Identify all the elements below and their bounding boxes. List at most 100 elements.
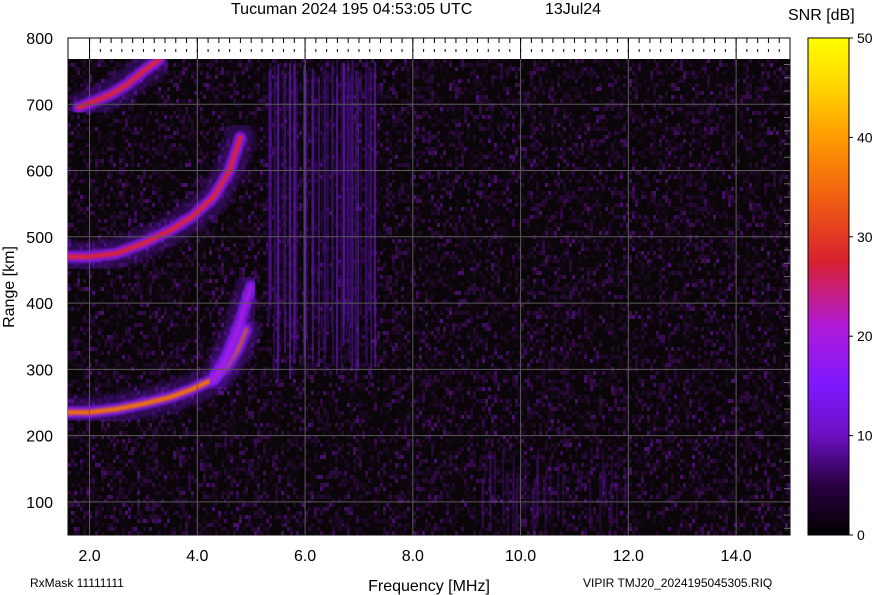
noise-cell — [308, 427, 311, 431]
noise-cell — [182, 491, 185, 495]
noise-cell — [206, 467, 209, 471]
noise-cell — [332, 443, 335, 447]
noise-cell — [209, 439, 212, 443]
noise-cell — [122, 275, 125, 279]
noise-cell — [110, 467, 113, 471]
noise-cell — [230, 271, 233, 275]
noise-cell — [263, 527, 266, 531]
noise-cell — [83, 375, 86, 379]
noise-cell — [104, 383, 107, 387]
noise-cell — [137, 187, 140, 191]
noise-cell — [170, 271, 173, 275]
noise-cell — [272, 459, 275, 463]
noise-cell — [137, 491, 140, 495]
noise-cell — [80, 427, 83, 431]
noise-cell — [203, 463, 206, 467]
noise-cell — [188, 99, 191, 103]
noise-cell — [164, 523, 167, 527]
noise-cell — [176, 147, 179, 151]
noise-cell — [83, 431, 86, 435]
noise-cell — [215, 151, 218, 155]
noise-cell — [140, 215, 143, 219]
noise-cell — [176, 479, 179, 483]
noise-cell — [212, 503, 215, 507]
noise-cell — [68, 87, 71, 91]
noise-cell — [101, 307, 104, 311]
noise-cell — [98, 59, 101, 63]
noise-cell — [317, 63, 320, 67]
noise-cell — [152, 215, 155, 219]
noise-cell — [335, 483, 338, 487]
noise-cell — [248, 247, 251, 251]
noise-cell — [128, 315, 131, 319]
noise-cell — [92, 191, 95, 195]
noise-cell — [257, 507, 260, 511]
noise-cell — [113, 303, 116, 307]
noise-cell — [158, 275, 161, 279]
noise-cell — [275, 467, 278, 471]
noise-cell — [299, 83, 302, 87]
noise-cell — [101, 459, 104, 463]
noise-cell — [251, 391, 254, 395]
noise-cell — [80, 351, 83, 355]
noise-cell — [149, 343, 152, 347]
noise-cell — [134, 467, 137, 471]
noise-cell — [134, 115, 137, 119]
noise-cell — [299, 151, 302, 155]
noise-cell — [134, 463, 137, 467]
noise-cell — [335, 511, 338, 515]
noise-cell — [251, 243, 254, 247]
noise-cell — [263, 239, 266, 243]
noise-cell — [254, 123, 257, 127]
noise-cell — [128, 163, 131, 167]
noise-cell — [257, 523, 260, 527]
noise-cell — [263, 519, 266, 523]
noise-cell — [101, 203, 104, 207]
noise-cell — [134, 343, 137, 347]
noise-cell — [272, 423, 275, 427]
noise-cell — [185, 283, 188, 287]
noise-cell — [152, 439, 155, 443]
noise-cell — [92, 455, 95, 459]
noise-cell — [173, 131, 176, 135]
noise-cell — [176, 255, 179, 259]
noise-cell — [191, 311, 194, 315]
noise-cell — [308, 291, 311, 295]
noise-cell — [314, 363, 317, 367]
noise-cell — [74, 351, 77, 355]
noise-cell — [110, 131, 113, 135]
noise-cell — [215, 463, 218, 467]
noise-cell — [146, 483, 149, 487]
noise-cell — [215, 99, 218, 103]
noise-cell — [167, 335, 170, 339]
noise-cell — [77, 515, 80, 519]
noise-cell — [218, 91, 221, 95]
noise-cell — [269, 351, 272, 355]
noise-cell — [191, 119, 194, 123]
noise-cell — [251, 119, 254, 123]
noise-cell — [110, 279, 113, 283]
noise-cell — [131, 147, 134, 151]
noise-cell — [251, 179, 254, 183]
noise-cell — [254, 175, 257, 179]
noise-cell — [236, 71, 239, 75]
noise-cell — [281, 455, 284, 459]
noise-cell — [110, 139, 113, 143]
noise-cell — [68, 143, 71, 147]
noise-cell — [158, 319, 161, 323]
noise-cell — [224, 259, 227, 263]
noise-cell — [95, 511, 98, 515]
noise-cell — [212, 491, 215, 495]
noise-cell — [248, 211, 251, 215]
noise-cell — [233, 531, 236, 535]
noise-cell — [80, 463, 83, 467]
noise-cell — [125, 295, 128, 299]
noise-cell — [125, 423, 128, 427]
noise-cell — [281, 451, 284, 455]
noise-cell — [299, 203, 302, 207]
noise-cell — [314, 315, 317, 319]
noise-cell — [131, 343, 134, 347]
noise-cell — [263, 231, 266, 235]
noise-cell — [176, 355, 179, 359]
noise-cell — [77, 219, 80, 223]
